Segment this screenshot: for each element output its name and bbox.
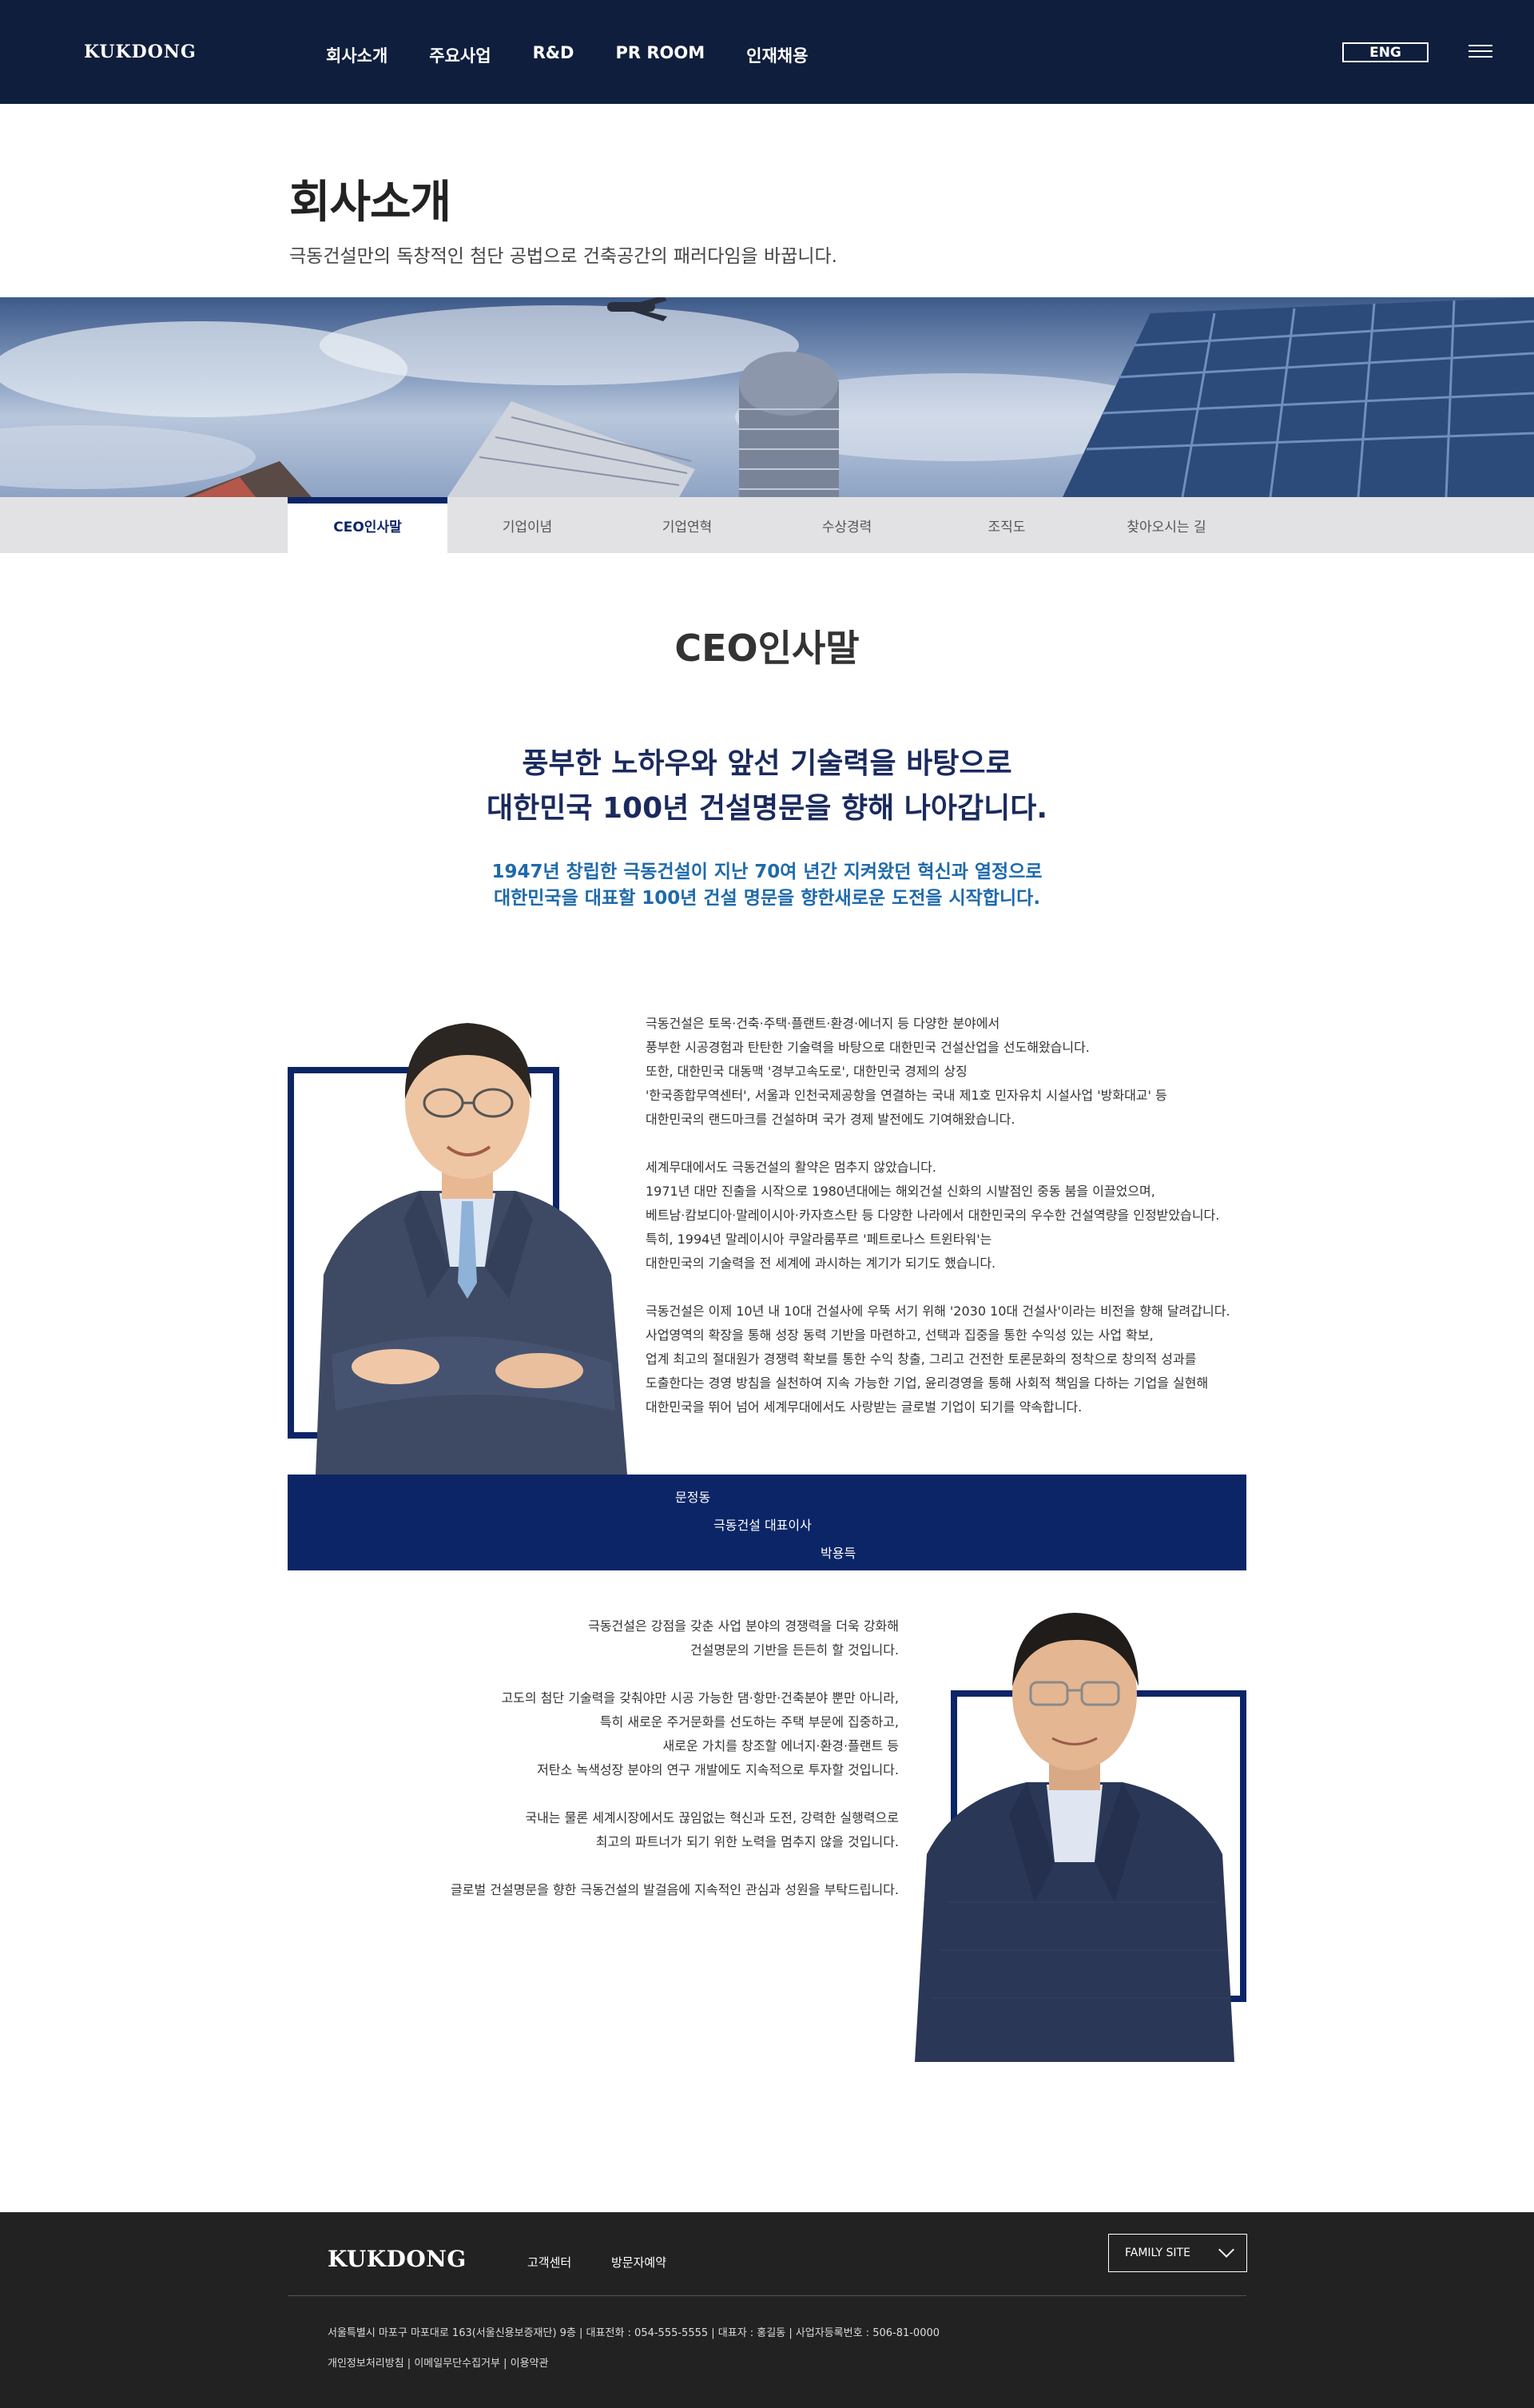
sub-nav-tabs: CEO인사말 기업이념 기업연혁 수상경력 조직도 찾아오시는 길 [0, 497, 1534, 553]
ceo2-paragraph: 국내는 물론 세계시장에서도 끊임없는 혁신과 도전, 강력한 실행력으로 최고… [525, 1810, 899, 1849]
sub-headline-line: 대한민국을 대표할 100년 건설 명문을 향한새로운 도전을 시작합니다. [493, 888, 1041, 909]
footer-divider [288, 2295, 1246, 2296]
page-subtitle: 극동건설만의 독창적인 첨단 공법으로 건축공간의 패러다임을 바꿉니다. [289, 246, 837, 267]
tab-location[interactable]: 찾아오시는 길 [1087, 497, 1246, 553]
ceo2-message: 극동건설은 강점을 갖춘 사업 분야의 경쟁력을 더욱 강화해 건설명문의 기반… [451, 1614, 899, 1926]
nav-item-company[interactable]: 회사소개 [326, 43, 387, 67]
skyline-illustration [0, 297, 1534, 497]
headline-line: 대한민국 100년 건설명문을 향해 나아갑니다. [487, 792, 1047, 825]
tab-ceo-message[interactable]: CEO인사말 [288, 497, 447, 553]
footer-address: 서울특별시 마포구 마포대로 163(서울신용보증재단) 9층 | 대표전화 :… [328, 2327, 940, 2339]
hero-image [0, 297, 1534, 497]
ceo2-paragraph: 글로벌 건설명문을 향한 극동건설의 발걸음에 지속적인 관심과 성원을 부탁드… [451, 1882, 899, 1897]
footer-link-customer-center[interactable]: 고객센터 [527, 2254, 571, 2271]
ceo1-paragraph: 세계무대에서도 극동건설의 활약은 멈추지 않았습니다. 1971년 대만 진출… [646, 1160, 1220, 1271]
sub-headline-line: 1947년 창립한 극동건설이 지난 70여 년간 지켜왔던 혁신과 열정으로 [491, 862, 1043, 882]
ceo1-photo [316, 1023, 627, 1475]
ceo-name-1: 문정동 [675, 1490, 711, 1505]
ceo-name-2: 박용득 [821, 1546, 856, 1561]
ceo2-paragraph: 극동건설은 강점을 갖춘 사업 분야의 경쟁력을 더욱 강화해 건설명문의 기반… [588, 1618, 899, 1658]
family-site-select[interactable]: FAMILY SITE [1108, 2234, 1247, 2272]
ceo-name-banner: 문정동 극동건설 대표이사 박용득 [288, 1475, 1246, 1570]
sub-headline: 1947년 창립한 극동건설이 지난 70여 년간 지켜왔던 혁신과 열정으로 … [0, 859, 1534, 912]
site-header: KUKDONG 회사소개 주요사업 R&D PR ROOM 인재채용 ENG [0, 0, 1534, 104]
site-footer: KUKDONG 고객센터 방문자예약 FAMILY SITE 서울특별시 마포구… [0, 2212, 1534, 2408]
family-site-label: FAMILY SITE [1125, 2247, 1190, 2259]
tab-awards[interactable]: 수상경력 [767, 497, 927, 553]
tab-organization[interactable]: 조직도 [927, 497, 1087, 553]
ceo-position: 극동건설 대표이사 [713, 1518, 812, 1533]
page-title: 회사소개 [289, 177, 451, 229]
tab-philosophy[interactable]: 기업이념 [447, 497, 607, 553]
headline: 풍부한 노하우와 앞선 기술력을 바탕으로 대한민국 100년 건설명문을 향해… [0, 742, 1534, 831]
nav-item-business[interactable]: 주요사업 [429, 43, 491, 67]
headline-line: 풍부한 노하우와 앞선 기술력을 바탕으로 [522, 747, 1012, 780]
ceo2-photo [915, 1613, 1234, 2062]
ceo1-paragraph: 극동건설은 이제 10년 내 10대 건설사에 우뚝 서기 위해 '2030 1… [646, 1304, 1230, 1415]
ceo1-message: 극동건설은 토목·건축·주택·플랜트·환경·에너지 등 다양한 분야에서 풍부한… [646, 1012, 1230, 1443]
footer-logo[interactable]: KUKDONG [328, 2246, 467, 2272]
footer-policy-links[interactable]: 개인정보처리방침 | 이메일무단수집거부 | 이용약관 [328, 2354, 548, 2370]
footer-link-visitor-reservation[interactable]: 방문자예약 [611, 2254, 666, 2271]
ceo1-paragraph: 극동건설은 토목·건축·주택·플랜트·환경·에너지 등 다양한 분야에서 풍부한… [646, 1016, 1167, 1127]
section-title: CEO인사말 [674, 627, 860, 670]
nav-item-pr-room[interactable]: PR ROOM [615, 43, 705, 67]
hamburger-menu-icon[interactable] [1468, 45, 1492, 58]
site-logo[interactable]: KUKDONG [84, 42, 197, 62]
chevron-down-icon [1218, 2242, 1234, 2258]
nav-item-recruit[interactable]: 인재채용 [746, 43, 808, 67]
main-nav: 회사소개 주요사업 R&D PR ROOM 인재채용 [326, 43, 808, 67]
tab-history[interactable]: 기업연혁 [607, 497, 767, 553]
ceo2-paragraph: 고도의 첨단 기술력을 갖춰야만 시공 가능한 댐·항만·건축분야 뿐만 아니라… [501, 1690, 899, 1777]
nav-item-rnd[interactable]: R&D [533, 43, 574, 67]
language-button[interactable]: ENG [1342, 42, 1429, 62]
